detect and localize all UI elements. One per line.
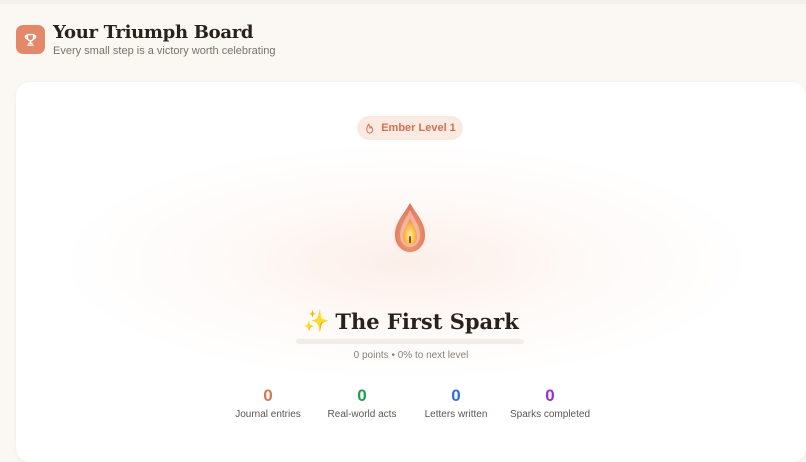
stat-sparks-completed: 0 Sparks completed [503, 386, 597, 420]
flame-icon [366, 123, 374, 134]
stat-label: Real-world acts [327, 409, 397, 420]
points-summary: 0 points • 0% to next level [353, 350, 469, 361]
top-strip [0, 0, 806, 4]
stats-row: 0 Journal entries 0 Real-world acts 0 Le… [221, 386, 597, 420]
stat-label: Sparks completed [509, 409, 591, 420]
stat-real-world-acts: 0 Real-world acts [315, 386, 409, 420]
stat-journal-entries: 0 Journal entries [221, 386, 315, 420]
triumph-card: Ember Level 1 ✨ The First Spark 0 points… [16, 82, 806, 462]
ember-flame-icon [394, 203, 426, 252]
page-header: Your Triumph Board Every small step is a… [16, 22, 276, 57]
level-label: Ember Level 1 [381, 122, 456, 134]
level-progress-bar [296, 339, 524, 344]
stat-label: Journal entries [235, 409, 301, 420]
stat-value: 0 [357, 386, 367, 405]
stat-letters-written: 0 Letters written [409, 386, 503, 420]
stat-value: 0 [263, 386, 273, 405]
level-badge: Ember Level 1 [357, 116, 463, 140]
page-subtitle: Every small step is a victory worth cele… [53, 45, 276, 57]
stat-value: 0 [451, 386, 461, 405]
sparkles-icon: ✨ [303, 308, 330, 333]
rank-name: The First Spark [335, 308, 519, 334]
page-title: Your Triumph Board [53, 22, 254, 43]
rank-title: ✨ The First Spark [16, 308, 806, 334]
background-glow [56, 142, 756, 382]
stat-value: 0 [545, 386, 555, 405]
trophy-icon [16, 25, 45, 54]
stat-label: Letters written [424, 409, 488, 420]
